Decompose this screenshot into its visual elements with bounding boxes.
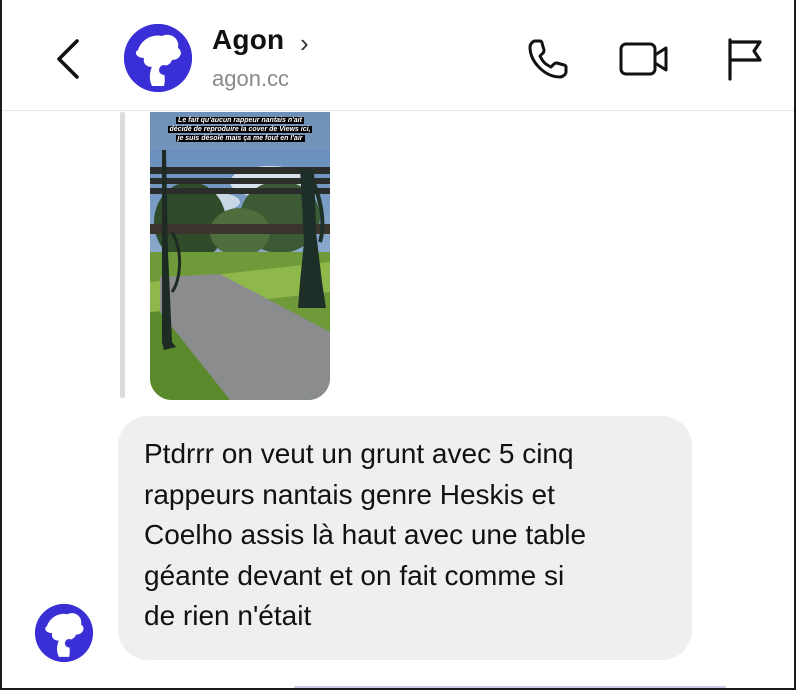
avatar-illustration — [124, 24, 192, 92]
header-divider — [2, 110, 794, 111]
conversation-header: Agon › agon.cc — [2, 0, 794, 110]
back-button[interactable] — [48, 34, 88, 84]
story-reply-bar — [120, 112, 125, 398]
flag-icon — [728, 38, 762, 81]
message-bubble[interactable]: Ptdrrr on veut un grunt avec 5 cinq rapp… — [118, 416, 692, 660]
contact-avatar[interactable] — [124, 24, 192, 92]
message-text: Ptdrrr on veut un grunt avec 5 cinq rapp… — [144, 438, 587, 631]
video-call-button[interactable] — [618, 34, 670, 84]
conversation-screen: Agon › agon.cc Le fait qu'aucun rappeur … — [0, 0, 796, 690]
contact-handle: agon.cc — [212, 66, 290, 91]
contact-details-chevron[interactable]: › — [300, 28, 309, 59]
story-caption-line: Le fait qu'aucun rappeur nantais n'ait — [176, 117, 304, 124]
sender-avatar[interactable] — [35, 604, 93, 662]
story-caption: Le fait qu'aucun rappeur nantais n'ait d… — [156, 116, 324, 143]
story-preview[interactable]: Le fait qu'aucun rappeur nantais n'ait d… — [150, 112, 330, 400]
call-button[interactable] — [522, 34, 574, 84]
story-caption-line: je suis désolé mais ça me fout en l'air — [175, 135, 305, 142]
story-caption-line: décidé de reproduire la cover de Views i… — [167, 126, 313, 133]
phone-icon — [528, 39, 568, 79]
video-camera-icon — [619, 42, 668, 76]
chevron-left-icon — [57, 39, 79, 79]
contact-name[interactable]: Agon — [212, 24, 284, 56]
report-button[interactable] — [718, 34, 770, 84]
avatar-illustration — [35, 604, 93, 662]
story-photo — [150, 112, 330, 400]
